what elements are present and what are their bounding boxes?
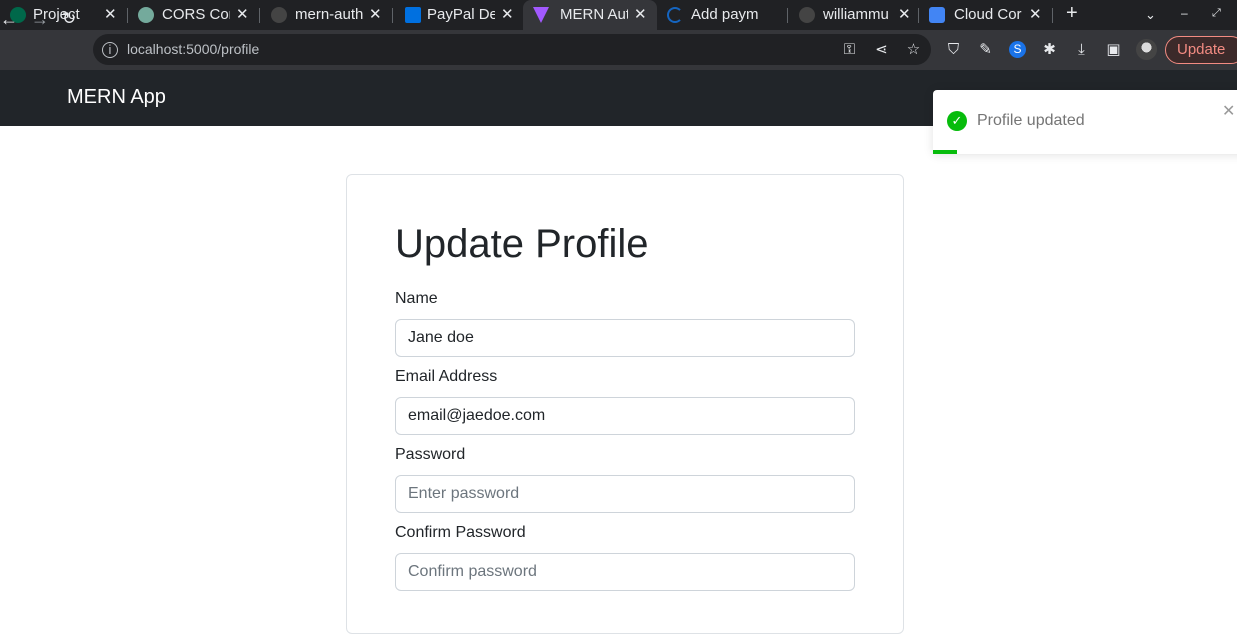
email-label: Email Address — [395, 368, 498, 385]
email-input[interactable] — [395, 397, 855, 435]
reload-icon[interactable]: ↻ — [62, 9, 76, 29]
close-icon[interactable]: ✕ — [634, 5, 647, 23]
confirm-password-label: Confirm Password — [395, 524, 526, 541]
toast-progress-bar — [933, 150, 957, 154]
bookmark-star-icon[interactable]: ☆ — [905, 41, 922, 58]
vite-icon — [533, 7, 549, 23]
tab-title: mern-auth — [295, 6, 363, 23]
close-icon[interactable]: ✕ — [898, 5, 911, 23]
shield-extension-icon[interactable]: ⛉ — [945, 41, 962, 58]
tab-separator — [1052, 8, 1053, 23]
name-input[interactable] — [395, 319, 855, 357]
tab-title: PayPal De — [427, 6, 495, 23]
browser-tab-active[interactable]: MERN Aut ✕ — [523, 0, 657, 30]
url-text[interactable]: localhost:5000/profile — [127, 41, 259, 57]
paypal-icon — [405, 7, 421, 23]
password-input[interactable] — [395, 475, 855, 513]
tab-title: MERN Aut — [560, 6, 628, 23]
close-icon[interactable]: ✕ — [1029, 5, 1042, 23]
github-icon — [799, 7, 815, 23]
cloudflare-icon — [667, 7, 683, 23]
tab-search-icon[interactable]: ⌄ — [1145, 7, 1156, 23]
browser-tab[interactable]: Cloud Cor ✕ — [919, 0, 1052, 30]
close-icon[interactable]: ✕ — [369, 5, 382, 23]
tab-title: CORS Con — [162, 6, 230, 23]
tab-title: williammu — [823, 6, 889, 23]
forward-icon[interactable]: → — [31, 9, 49, 30]
browser-tab[interactable]: williammu ✕ — [788, 0, 918, 30]
new-tab-icon[interactable]: + — [1066, 2, 1078, 25]
extensions-puzzle-icon[interactable]: ✱ — [1041, 41, 1058, 58]
success-check-icon: ✓ — [947, 111, 967, 131]
browser-update-button[interactable]: Update — [1165, 36, 1237, 64]
profile-avatar[interactable] — [1136, 39, 1157, 60]
close-icon[interactable]: ✕ — [1222, 101, 1235, 121]
share-icon[interactable]: ⋖ — [873, 41, 890, 58]
toast-message: Profile updated — [977, 112, 1085, 129]
name-label: Name — [395, 290, 438, 307]
key-icon[interactable]: ⚿ — [841, 41, 858, 58]
site-info-icon[interactable]: i — [102, 42, 118, 58]
close-icon[interactable]: ✕ — [104, 5, 117, 23]
confirm-password-input[interactable] — [395, 553, 855, 591]
tab-title: Cloud Cor — [954, 6, 1022, 23]
eyedropper-extension-icon[interactable]: ✎ — [977, 41, 994, 58]
google-cloud-icon — [929, 7, 945, 23]
password-label: Password — [395, 446, 466, 463]
browser-tab[interactable]: mern-auth ✕ — [260, 0, 392, 30]
page-title: Update Profile — [395, 222, 649, 266]
minimize-icon[interactable]: – — [1181, 6, 1188, 20]
download-icon[interactable]: ⤓ — [1073, 41, 1090, 58]
maximize-icon[interactable]: ⤢ — [1212, 7, 1221, 20]
app-brand[interactable]: MERN App — [67, 86, 166, 109]
browser-tab[interactable]: PayPal De ✕ — [393, 0, 523, 30]
github-icon — [271, 7, 287, 23]
close-icon[interactable]: ✕ — [501, 5, 514, 23]
shazam-extension-icon[interactable]: S — [1009, 41, 1026, 58]
browser-tab[interactable]: CORS Con ✕ — [128, 0, 258, 30]
openai-icon — [138, 7, 154, 23]
tab-title: Add paym — [691, 6, 759, 23]
browser-tab[interactable]: Add paym — [657, 0, 787, 30]
close-icon[interactable]: ✕ — [236, 5, 249, 23]
side-panel-icon[interactable]: ▣ — [1105, 41, 1122, 58]
back-icon[interactable]: ← — [0, 9, 18, 30]
